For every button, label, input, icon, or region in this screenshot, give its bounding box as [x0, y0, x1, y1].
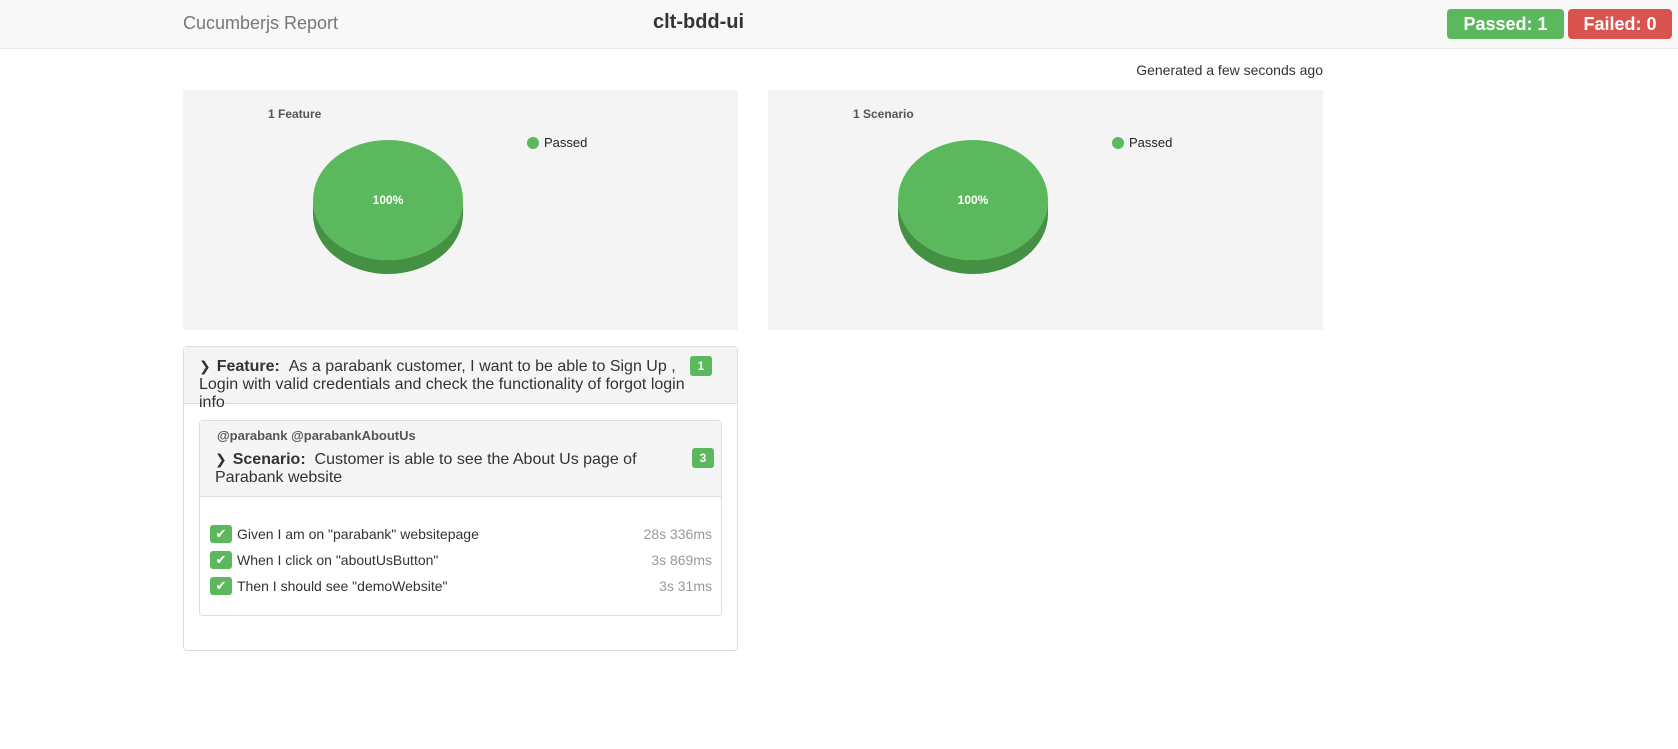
feature-panel: ❯ Feature: As a parabank customer, I want… [183, 346, 738, 651]
legend-passed-dot [1112, 137, 1124, 149]
failed-count-badge: Failed: 0 [1568, 9, 1672, 39]
scenarios-chart-title: 1 Scenario [853, 107, 914, 121]
scenarios-pie-chart: 100% [898, 140, 1048, 274]
pie-slice-label: 100% [958, 193, 989, 207]
legend-passed-label: Passed [1129, 135, 1173, 150]
chevron-down-icon[interactable]: ❯ [215, 450, 227, 468]
project-title: clt-bdd-ui [653, 11, 745, 33]
scenario-panel: @parabank @parabankAboutUs ❯ Scenario: Cu… [199, 420, 722, 616]
scenario-tags: @parabank @parabankAboutUs [217, 428, 416, 443]
feature-keyword: Feature: [216, 358, 280, 375]
check-icon: ✔ [210, 551, 232, 569]
step-duration: 28s 336ms [643, 526, 712, 542]
step-text: Given I am on "parabank" websitepage [237, 526, 479, 542]
step-row: ✔ When I click on "aboutUsButton" 3s 869… [210, 551, 712, 571]
features-chart-legend[interactable]: Passed [527, 135, 587, 150]
check-icon: ✔ [210, 525, 232, 543]
navbar: Cucumberjs Report clt-bdd-ui Passed: 1 F… [0, 0, 1678, 49]
step-duration: 3s 31ms [659, 578, 712, 594]
legend-passed-label: Passed [544, 135, 588, 150]
generated-time: Generated a few seconds ago [1136, 62, 1323, 78]
step-row: ✔ Then I should see "demoWebsite" 3s 31m… [210, 577, 712, 597]
features-chart-title: 1 Feature [268, 107, 322, 121]
scenarios-chart-legend[interactable]: Passed [1112, 135, 1172, 150]
scenario-keyword: Scenario: [232, 451, 306, 468]
step-duration: 3s 869ms [651, 552, 712, 568]
brand-link[interactable]: Cucumberjs Report [183, 13, 338, 34]
step-text: When I click on "aboutUsButton" [237, 552, 439, 568]
check-icon: ✔ [210, 577, 232, 595]
feature-scenario-count-badge: 1 [690, 356, 712, 376]
scenarios-chart-panel: 100% 1 Scenario Passed [768, 90, 1323, 330]
scenario-step-count-badge: 3 [692, 448, 714, 468]
scenario-title: ❯ Scenario: Customer is able to see the A… [215, 450, 655, 487]
feature-title: ❯ Feature: As a parabank customer, I want… [199, 357, 704, 412]
pie-slice-label: 100% [373, 193, 404, 207]
chevron-down-icon[interactable]: ❯ [199, 357, 211, 375]
feature-header[interactable]: ❯ Feature: As a parabank customer, I want… [184, 347, 737, 411]
passed-count-badge: Passed: 1 [1447, 9, 1564, 39]
features-chart-panel: 100% 1 Feature Passed [183, 90, 738, 330]
scenario-header[interactable]: @parabank @parabankAboutUs ❯ Scenario: Cu… [200, 421, 721, 497]
legend-passed-dot [527, 137, 539, 149]
features-pie-chart: 100% [313, 140, 463, 274]
step-row: ✔ Given I am on "parabank" websitepage 2… [210, 525, 712, 545]
step-text: Then I should see "demoWebsite" [237, 578, 448, 594]
